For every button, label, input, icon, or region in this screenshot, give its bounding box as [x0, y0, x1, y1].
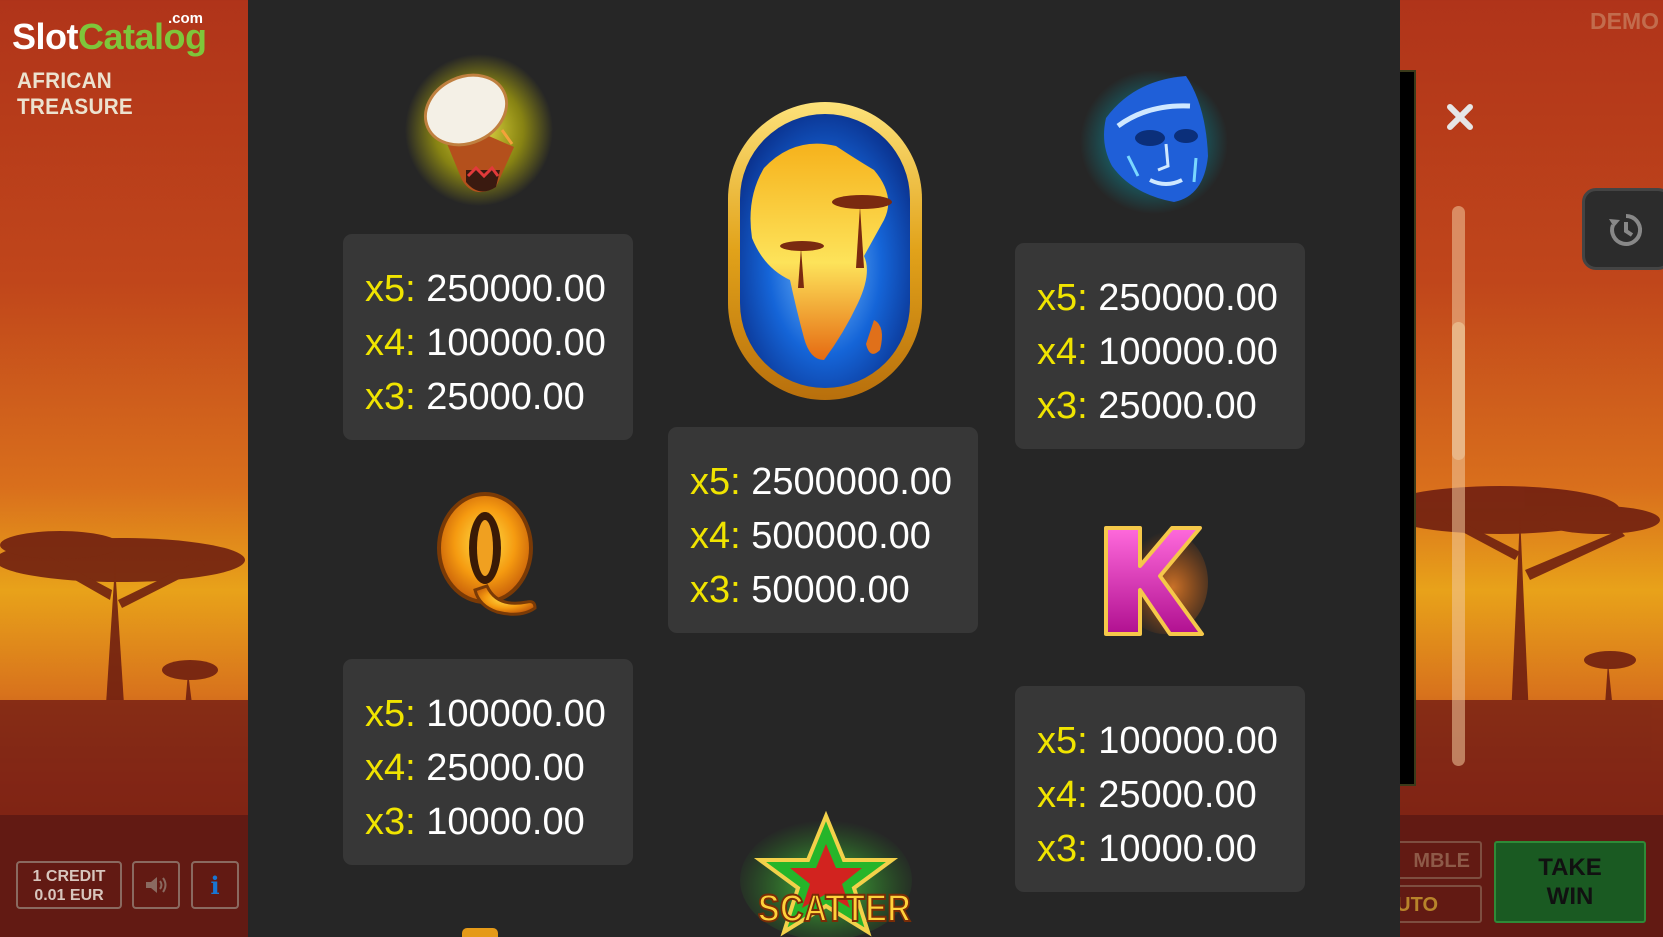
- logo-slot-text: Slot: [12, 16, 79, 57]
- payout-value: 100000.00: [426, 693, 606, 735]
- payout-line: x3: 10000.00: [1037, 822, 1305, 876]
- payout-line: x3: 10000.00: [365, 795, 633, 849]
- payout-value: 25000.00: [426, 747, 585, 789]
- info-icon: i: [210, 870, 220, 900]
- payout-value: 25000.00: [426, 376, 585, 418]
- payout-line: x5: 100000.00: [1037, 714, 1305, 768]
- payout-line: x5: 250000.00: [1037, 271, 1305, 325]
- letter-k-icon: [1098, 520, 1208, 645]
- africa-map-icon: [724, 98, 926, 409]
- payout-value: 500000.00: [751, 515, 931, 557]
- payout-line: x3: 25000.00: [365, 370, 633, 424]
- take-win-line2: WIN: [1546, 883, 1594, 910]
- payout-line: x4: 25000.00: [365, 741, 633, 795]
- payout-line: x5: 100000.00: [365, 687, 633, 741]
- blue-mask-icon: [1078, 66, 1228, 221]
- payout-value: 100000.00: [426, 322, 606, 364]
- paytable-box-mask: x5: 250000.00 x4: 100000.00 x3: 25000.00: [1015, 243, 1305, 449]
- payout-value: 10000.00: [1098, 828, 1257, 870]
- slotcatalog-logo: SlotCatalog .com AFRICAN TREASURE: [12, 8, 232, 119]
- payout-value: 250000.00: [1098, 277, 1278, 319]
- drum-icon: [404, 52, 554, 212]
- take-win-button[interactable]: TAKE WIN: [1494, 841, 1646, 923]
- close-button[interactable]: [1446, 103, 1474, 131]
- paytable-panel: x5: 250000.00 x4: 100000.00 x3: 25000.00: [248, 0, 1400, 937]
- payout-multiplier: x5:: [690, 461, 741, 503]
- paytable-box-africa: x5: 2500000.00 x4: 500000.00 x3: 50000.0…: [668, 427, 978, 633]
- payout-line: x3: 25000.00: [1037, 379, 1305, 433]
- payout-value: 100000.00: [1098, 720, 1278, 762]
- payout-line: x4: 500000.00: [690, 509, 978, 563]
- paytable-box-k: x5: 100000.00 x4: 25000.00 x3: 10000.00: [1015, 686, 1305, 892]
- payout-line: x5: 250000.00: [365, 262, 633, 316]
- sound-button[interactable]: [132, 861, 180, 909]
- payout-value: 25000.00: [1098, 774, 1257, 816]
- payout-multiplier: x5:: [1037, 720, 1088, 762]
- history-icon: [1609, 213, 1643, 246]
- letter-q-icon: [431, 490, 541, 625]
- payout-multiplier: x4:: [690, 515, 741, 557]
- payout-multiplier: x5:: [365, 693, 416, 735]
- payout-value: 50000.00: [751, 569, 910, 611]
- payout-multiplier: x4:: [365, 747, 416, 789]
- payout-multiplier: x4:: [365, 322, 416, 364]
- payout-line: x4: 100000.00: [1037, 325, 1305, 379]
- payout-multiplier: x5:: [365, 268, 416, 310]
- scrollbar-track[interactable]: [1452, 206, 1465, 766]
- scatter-label: SCATTER: [757, 887, 912, 931]
- paytable-box-drum: x5: 250000.00 x4: 100000.00 x3: 25000.00: [343, 234, 633, 440]
- payout-line: x4: 100000.00: [365, 316, 633, 370]
- payout-multiplier: x5:: [1037, 277, 1088, 319]
- close-icon: [1447, 104, 1473, 130]
- speaker-icon: [146, 877, 167, 893]
- demo-label: DEMO: [1590, 8, 1659, 34]
- paytable-box-q: x5: 100000.00 x4: 25000.00 x3: 10000.00: [343, 659, 633, 865]
- payout-multiplier: x3:: [1037, 385, 1088, 427]
- reel-frame-edge: [1398, 70, 1416, 786]
- next-symbol-partial: [462, 928, 498, 937]
- payout-line: x5: 2500000.00: [690, 455, 978, 509]
- payout-line: x3: 50000.00: [690, 563, 978, 617]
- game-title: AFRICAN TREASURE: [17, 68, 134, 119]
- auto-button[interactable]: UTO: [1390, 885, 1482, 923]
- credit-currency: 0.01 EUR: [34, 887, 104, 904]
- scrollbar-thumb[interactable]: [1452, 322, 1465, 460]
- take-win-line1: TAKE: [1538, 854, 1602, 881]
- payout-line: x4: 25000.00: [1037, 768, 1305, 822]
- info-button[interactable]: i: [191, 861, 239, 909]
- payout-multiplier: x3:: [690, 569, 741, 611]
- payout-value: 10000.00: [426, 801, 585, 843]
- payout-value: 2500000.00: [751, 461, 953, 503]
- payout-multiplier: x4:: [1037, 331, 1088, 373]
- gamble-button[interactable]: MBLE: [1390, 841, 1482, 879]
- history-button[interactable]: [1582, 188, 1663, 270]
- payout-multiplier: x3:: [365, 376, 416, 418]
- credit-label: 1 CREDIT: [32, 868, 106, 885]
- payout-value: 100000.00: [1098, 331, 1278, 373]
- logo-com-text: .com: [168, 10, 204, 27]
- credit-value-selector[interactable]: 1 CREDIT 0.01 EUR: [16, 861, 122, 909]
- payout-multiplier: x3:: [1037, 828, 1088, 870]
- payout-multiplier: x4:: [1037, 774, 1088, 816]
- payout-multiplier: x3:: [365, 801, 416, 843]
- payout-value: 250000.00: [426, 268, 606, 310]
- payout-value: 25000.00: [1098, 385, 1257, 427]
